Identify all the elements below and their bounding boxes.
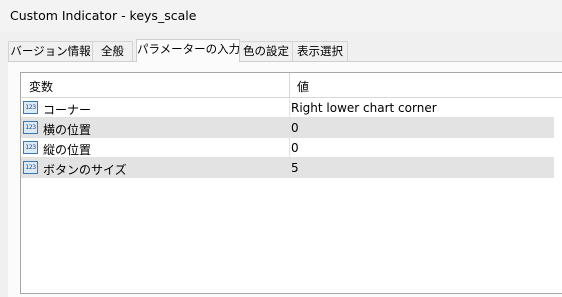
tab-general[interactable]: 全般 xyxy=(92,41,133,61)
tab-panel: 変数 値 123 コーナー Right lower chart corner 1… xyxy=(8,61,562,297)
row-divider xyxy=(289,118,290,137)
parameter-row-y-position[interactable]: 123 縦の位置 0 xyxy=(21,138,554,158)
column-header-value[interactable]: 値 xyxy=(297,78,309,95)
parameter-name: コーナー xyxy=(43,103,92,117)
parameter-name: 横の位置 xyxy=(43,123,92,137)
window-titlebar: Custom Indicator - keys_scale xyxy=(0,0,562,32)
row-divider xyxy=(289,98,290,117)
parameter-row-corner[interactable]: 123 コーナー Right lower chart corner xyxy=(21,98,554,118)
tab-input-parameters[interactable]: パラメーターの入力 xyxy=(136,39,240,62)
window-title: Custom Indicator - keys_scale xyxy=(10,8,197,23)
column-divider[interactable] xyxy=(289,73,290,97)
parameter-value[interactable]: 5 xyxy=(291,161,299,175)
integer-param-icon: 123 xyxy=(23,121,38,134)
parameters-grid: 変数 値 123 コーナー Right lower chart corner 1… xyxy=(20,72,562,294)
tab-colors[interactable]: 色の設定 xyxy=(239,41,293,61)
parameter-value[interactable]: Right lower chart corner xyxy=(291,101,437,115)
column-header-variable[interactable]: 変数 xyxy=(29,78,53,95)
integer-param-icon: 123 xyxy=(23,161,38,174)
tab-visualization[interactable]: 表示選択 xyxy=(292,41,348,61)
parameter-name: 縦の位置 xyxy=(43,143,92,157)
grid-header: 変数 値 xyxy=(21,73,562,98)
integer-param-icon: 123 xyxy=(23,141,38,154)
parameter-value[interactable]: 0 xyxy=(291,121,299,135)
row-divider xyxy=(289,138,290,157)
tab-strip: バージョン情報 全般 パラメーターの入力 色の設定 表示選択 xyxy=(8,39,562,62)
parameter-row-x-position[interactable]: 123 横の位置 0 xyxy=(21,118,554,138)
parameter-value[interactable]: 0 xyxy=(291,141,299,155)
parameter-name: ボタンのサイズ xyxy=(43,163,127,177)
row-divider xyxy=(289,158,290,177)
tab-version-info[interactable]: バージョン情報 xyxy=(8,41,93,61)
integer-param-icon: 123 xyxy=(23,101,38,114)
parameter-row-button-size[interactable]: 123 ボタンのサイズ 5 xyxy=(21,158,554,178)
